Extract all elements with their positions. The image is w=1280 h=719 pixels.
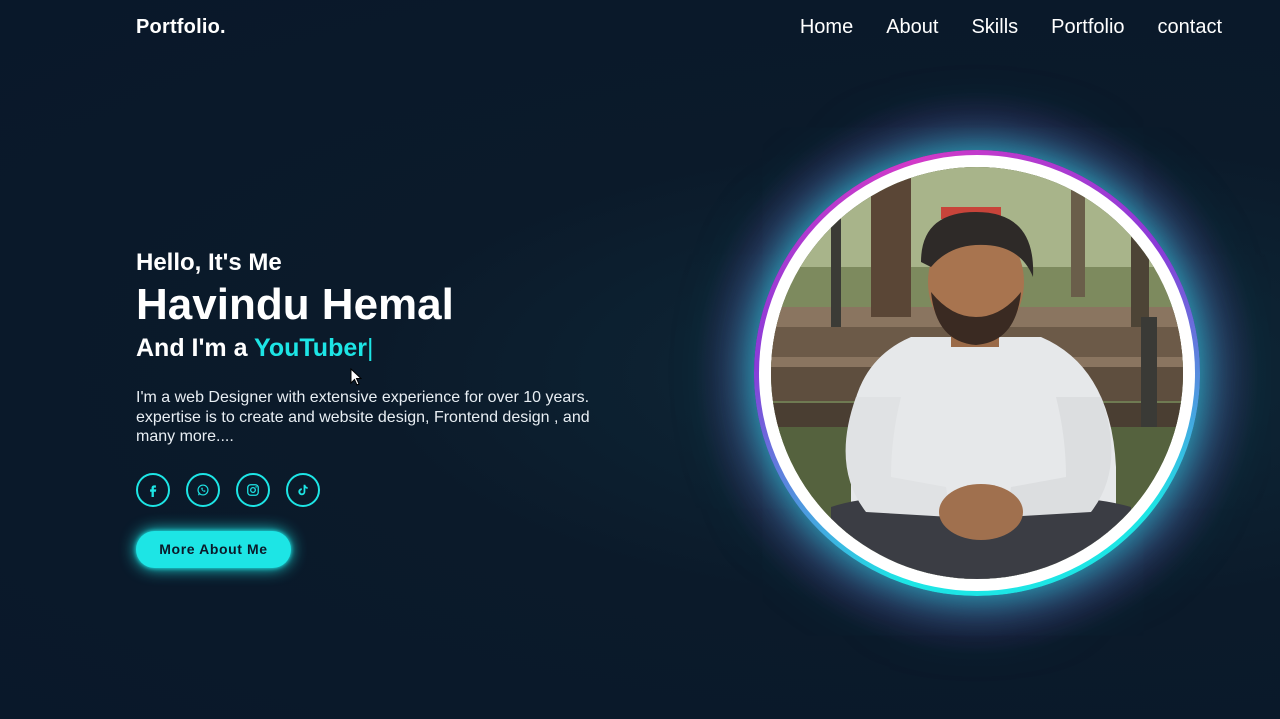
greeting-text: Hello, It's Me — [136, 249, 282, 276]
tiktok-icon — [298, 484, 308, 495]
bio-text: I'm a web Designer with extensive experi… — [136, 389, 590, 445]
role-highlight: YouTuber — [254, 334, 367, 362]
nav-portfolio[interactable]: Portfolio — [1051, 16, 1124, 39]
mouse-pointer-icon — [350, 368, 362, 386]
social-links — [136, 472, 636, 507]
instagram-link[interactable] — [236, 472, 270, 507]
person-name: Havindu Hemal — [136, 280, 454, 329]
role-prefix: And I'm a — [136, 334, 255, 362]
instagram-icon — [247, 483, 259, 496]
site-header: Portfolio. Home About Skills Portfolio c… — [0, 0, 1280, 56]
profile-photo — [771, 167, 1183, 579]
nav-about[interactable]: About — [886, 16, 938, 39]
nav-skills[interactable]: Skills — [971, 16, 1018, 39]
site-logo[interactable]: Portfolio. — [136, 16, 226, 39]
typing-cursor: | — [366, 334, 374, 362]
nav-contact[interactable]: contact — [1158, 16, 1222, 39]
portfolio-page: Portfolio. Home About Skills Portfolio c… — [0, 0, 1280, 719]
nav-home[interactable]: Home — [800, 16, 853, 39]
whatsapp-icon — [197, 483, 209, 496]
role-line: And I'm a YouTuber| — [136, 332, 636, 364]
hero-section: Hello, It's Me Havindu Hemal And I'm a Y… — [136, 248, 636, 568]
profile-image-frame — [684, 80, 1270, 666]
more-about-me-button[interactable]: More About Me — [136, 530, 291, 568]
main-nav: Home About Skills Portfolio contact — [800, 16, 1222, 39]
whatsapp-link[interactable] — [186, 472, 220, 507]
facebook-icon — [150, 484, 157, 497]
tiktok-link[interactable] — [286, 472, 320, 507]
facebook-link[interactable] — [136, 472, 170, 507]
profile-photo-illustration — [771, 167, 1183, 579]
